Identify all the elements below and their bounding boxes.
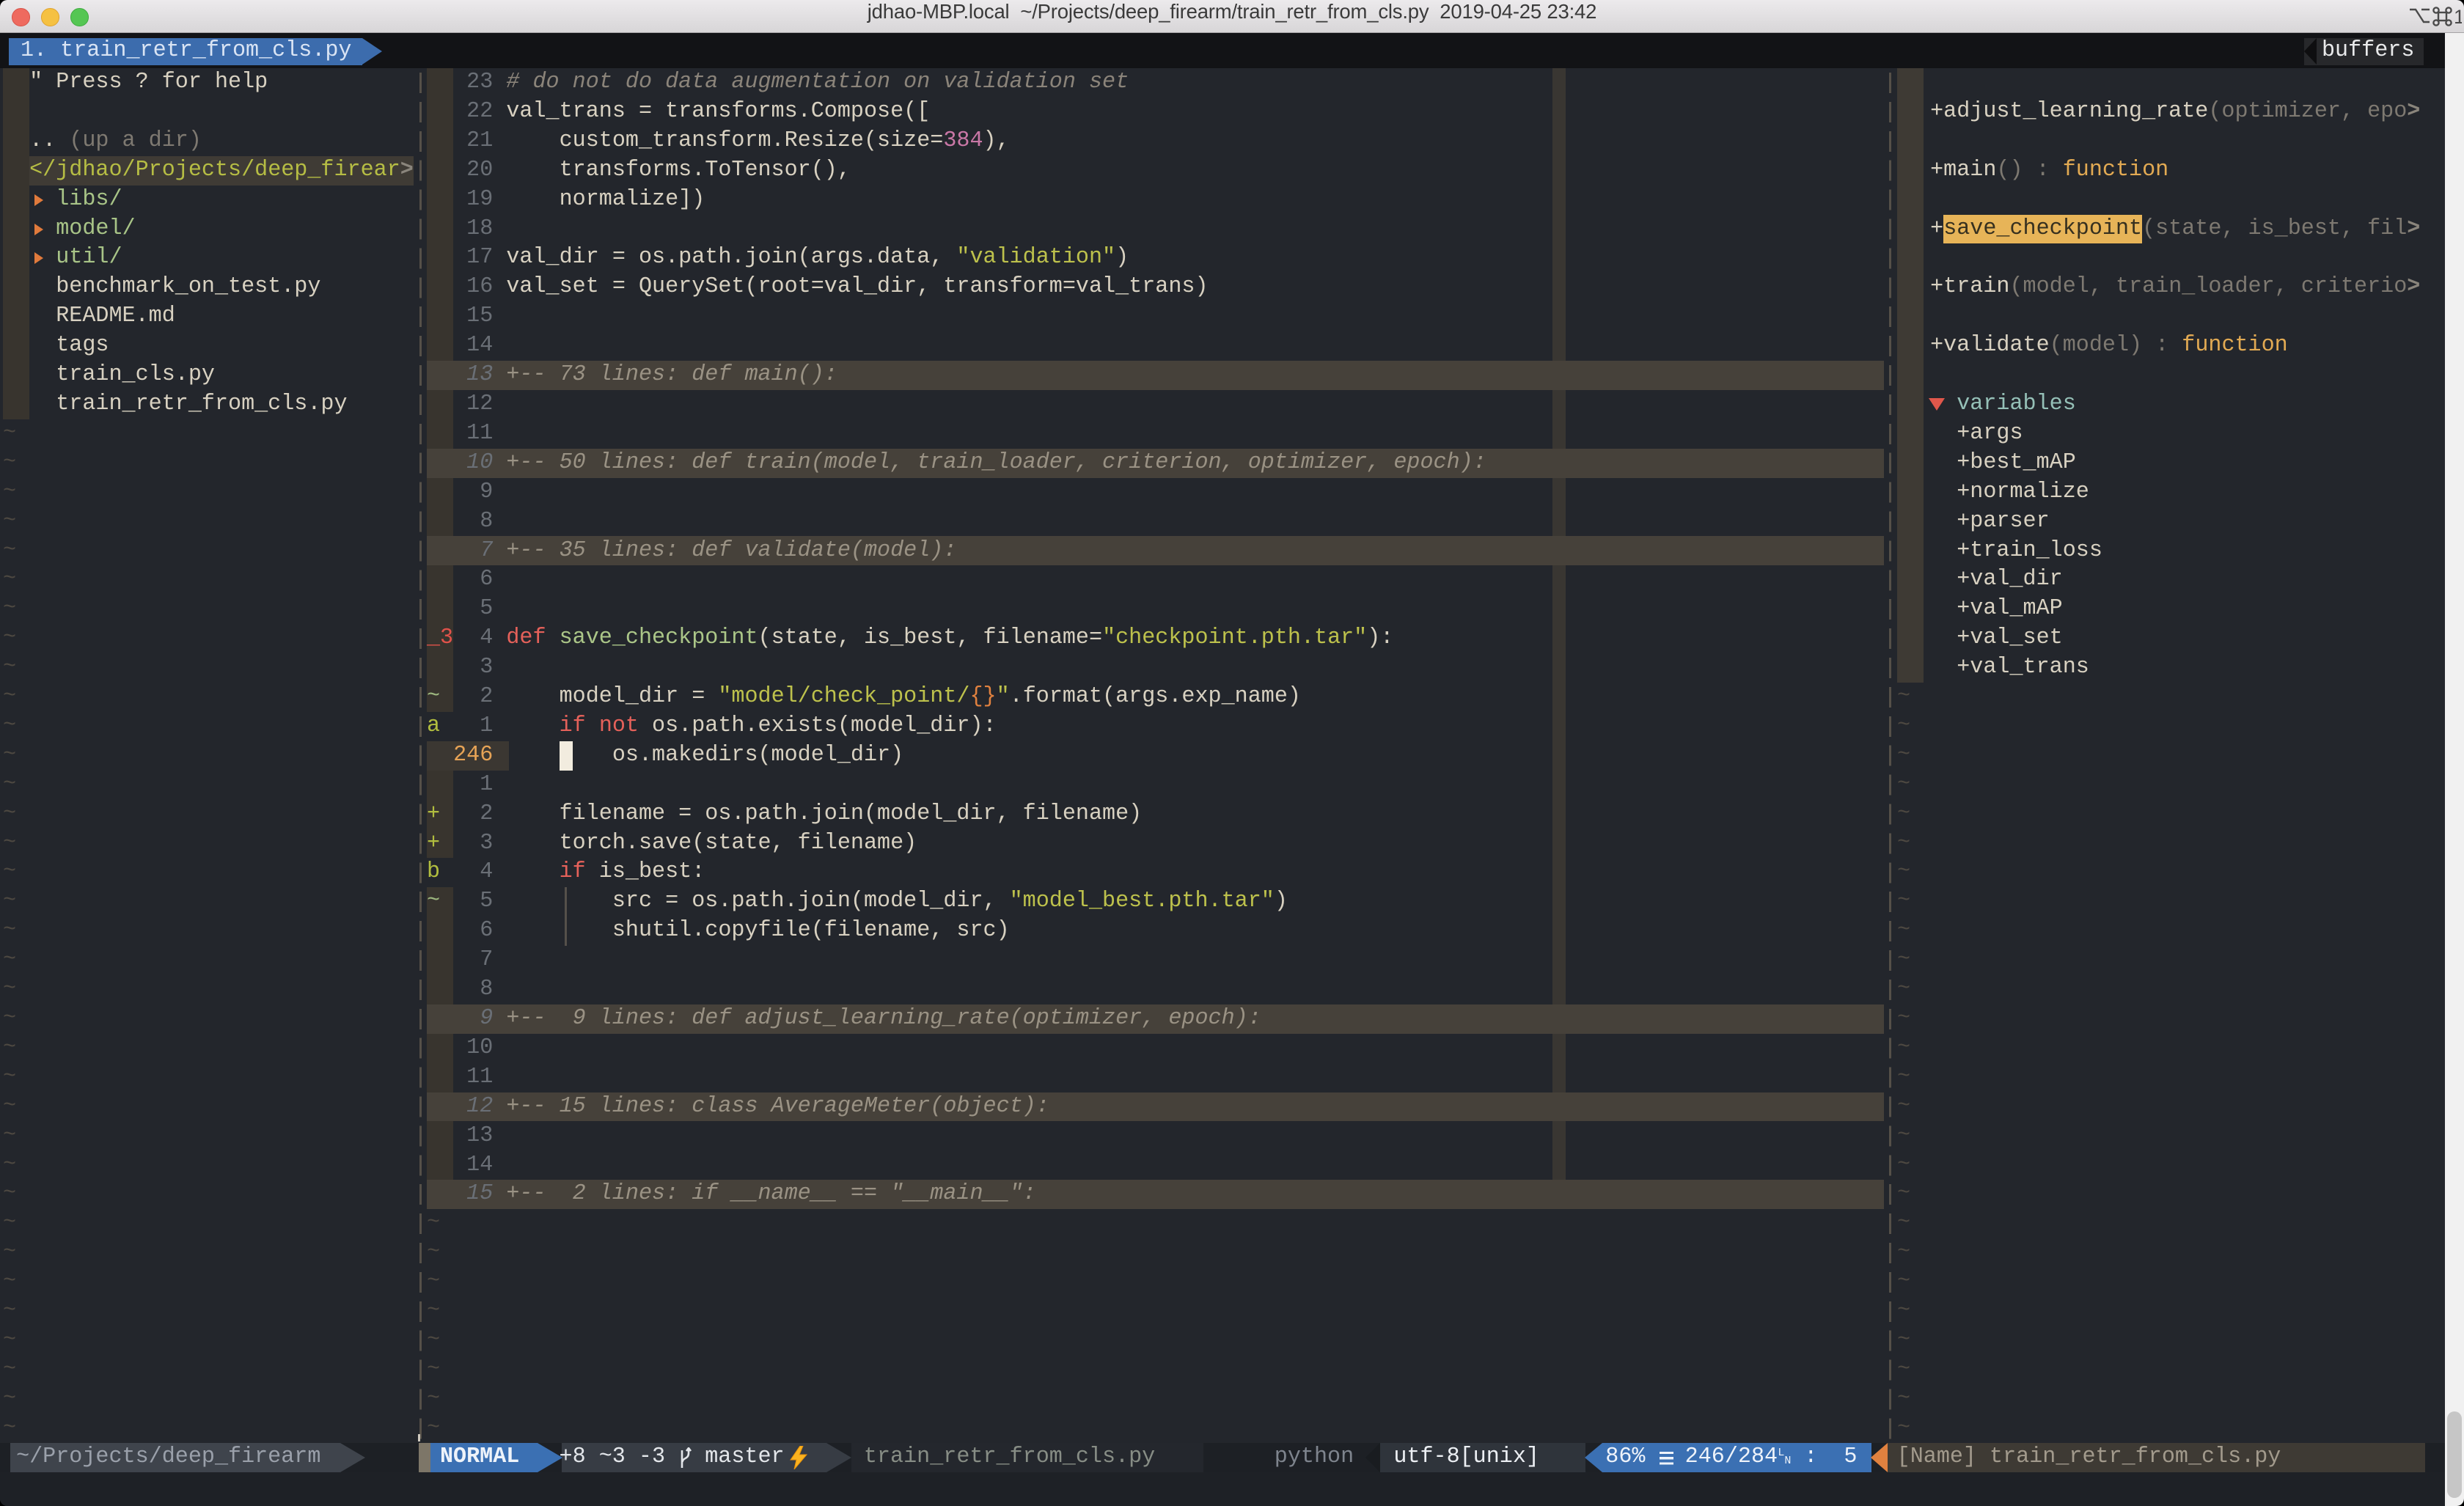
svg-text:1: 1	[2454, 6, 2462, 28]
